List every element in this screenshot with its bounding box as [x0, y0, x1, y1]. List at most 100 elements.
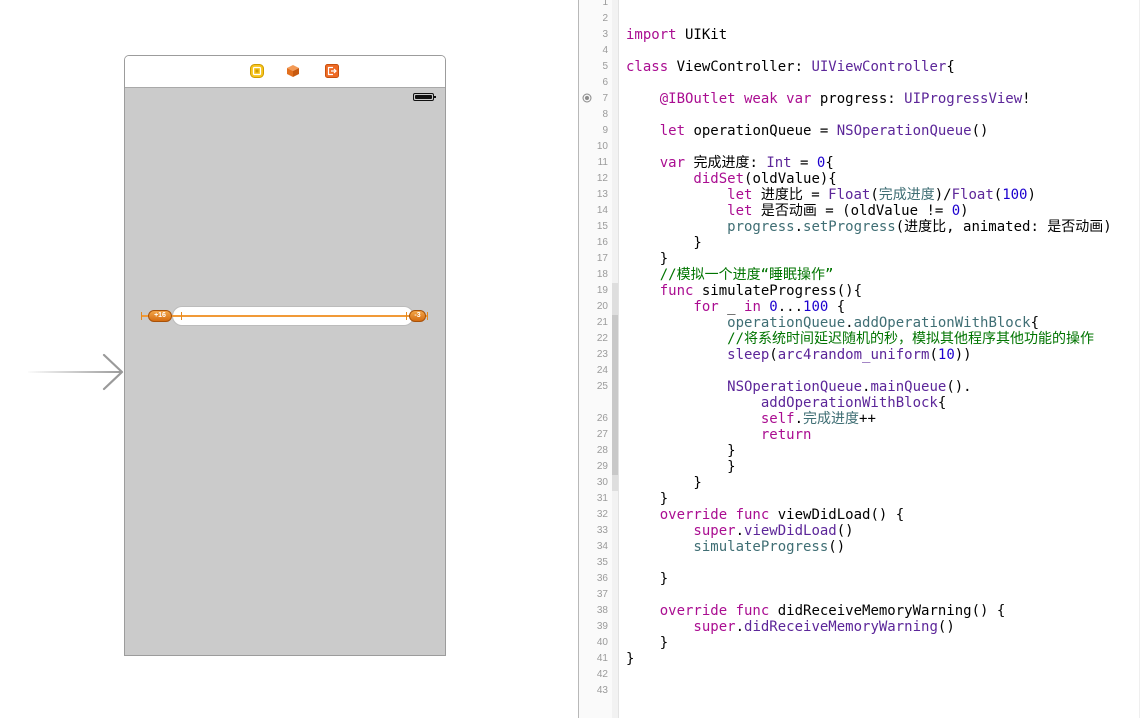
code-line[interactable]: 9 let operationQueue = NSOperationQueue(…: [579, 123, 1146, 139]
code-line[interactable]: 4: [579, 43, 1146, 59]
code-token: NSOperationQueue: [836, 123, 972, 139]
code-token: UIProgressView: [904, 91, 1023, 107]
code-line[interactable]: 17 }: [579, 251, 1146, 267]
code-token: setProgress: [803, 219, 896, 235]
code-line[interactable]: 11 var 完成进度: Int = 0{: [579, 155, 1146, 171]
code-token: )/: [934, 187, 952, 203]
line-number: 18: [596, 269, 608, 280]
code-line[interactable]: 20 for _ in 0...100 {: [579, 299, 1146, 315]
code-token: simulateProgress(){: [693, 283, 863, 299]
code-editor[interactable]: 1 2 3 import UIKit 4 5 class ViewController: U…: [579, 0, 1146, 718]
code-line[interactable]: 38 override func didReceiveMemoryWarning…: [579, 603, 1146, 619]
code-line[interactable]: 16 }: [579, 235, 1146, 251]
code-text: for _ in 0...100 {: [626, 299, 845, 315]
code-line[interactable]: 33 super.viewDidLoad(): [579, 523, 1146, 539]
code-token: ().: [946, 379, 972, 395]
code-line[interactable]: 42: [579, 667, 1146, 683]
line-number: 38: [596, 605, 608, 616]
code-lines[interactable]: 1 2 3 import UIKit 4 5 class ViewController: U…: [579, 0, 1146, 699]
code-line[interactable]: 29 }: [579, 459, 1146, 475]
code-line[interactable]: 21 operationQueue.addOperationWithBlock{: [579, 315, 1146, 331]
code-line[interactable]: 41}: [579, 651, 1146, 667]
line-number: 21: [596, 317, 608, 328]
code-token: (): [836, 523, 854, 539]
code-token: viewDidLoad: [744, 523, 837, 539]
exit-icon[interactable]: [325, 64, 339, 78]
line-number: 34: [596, 541, 608, 552]
code-token: class: [626, 59, 669, 75]
code-line[interactable]: 22 //将系统时间延迟随机的秒，模拟其他程序其他功能的操作: [579, 331, 1146, 347]
code-token: didSet: [626, 171, 745, 187]
code-line[interactable]: 37: [579, 587, 1146, 603]
code-text: let operationQueue = NSOperationQueue(): [626, 123, 989, 139]
line-number: 31: [596, 493, 608, 504]
outlet-connected-icon[interactable]: [582, 93, 592, 103]
view-controller-icon[interactable]: [250, 64, 264, 78]
code-line[interactable]: 25 NSOperationQueue.mainQueue().: [579, 379, 1146, 395]
constraint-tick: [427, 312, 428, 320]
code-line[interactable]: 23 sleep(arc4random_uniform(10)): [579, 347, 1146, 363]
storyboard-canvas[interactable]: +16 -3: [0, 0, 578, 718]
code-line[interactable]: 35: [579, 555, 1146, 571]
code-token: ): [960, 203, 969, 219]
code-token: @IBOutlet weak var: [626, 91, 812, 107]
line-number: 26: [596, 413, 608, 424]
code-line[interactable]: 7 @IBOutlet weak var progress: UIProgres…: [579, 91, 1146, 107]
scene-dock[interactable]: [125, 56, 445, 88]
code-token: 是否动画 = (oldValue !=: [752, 203, 952, 219]
code-line[interactable]: 26 self.完成进度++: [579, 411, 1146, 427]
code-line[interactable]: 2: [579, 11, 1146, 27]
code-line[interactable]: 3 import UIKit: [579, 27, 1146, 43]
leading-constraint-badge[interactable]: +16: [148, 310, 172, 322]
line-number: 15: [596, 221, 608, 232]
code-token: {: [1030, 315, 1040, 331]
code-line[interactable]: 28 }: [579, 443, 1146, 459]
code-line[interactable]: 31 }: [579, 491, 1146, 507]
code-line[interactable]: 18 //模拟一个进度“睡眠操作”: [579, 267, 1146, 283]
code-line[interactable]: 15 progress.setProgress(进度比, animated: 是…: [579, 219, 1146, 235]
line-number: 28: [596, 445, 608, 456]
code-token: .: [735, 523, 745, 539]
code-text: let 是否动画 = (oldValue != 0): [626, 203, 969, 219]
code-line[interactable]: 40 }: [579, 635, 1146, 651]
code-line[interactable]: 30 }: [579, 475, 1146, 491]
trailing-constraint-badge[interactable]: -3: [409, 310, 426, 322]
code-line[interactable]: 5 class ViewController: UIViewController{: [579, 59, 1146, 75]
code-token: //将系统时间延迟随机的秒，模拟其他程序其他功能的操作: [626, 331, 1095, 347]
code-token: !: [1022, 91, 1031, 107]
code-line[interactable]: 32 override func viewDidLoad() {: [579, 507, 1146, 523]
code-token: .: [794, 219, 804, 235]
code-line[interactable]: 8: [579, 107, 1146, 123]
constraint-line[interactable]: [141, 315, 428, 317]
code-line[interactable]: 27 return: [579, 427, 1146, 443]
code-line[interactable]: addOperationWithBlock{: [579, 395, 1146, 411]
code-token: viewDidLoad() {: [769, 507, 905, 523]
code-token: 100: [803, 299, 829, 315]
view-controller-scene[interactable]: +16 -3: [124, 55, 446, 656]
line-number: 1: [602, 0, 608, 8]
first-responder-icon[interactable]: [286, 64, 300, 78]
initial-view-controller-arrow[interactable]: [0, 0, 126, 718]
arrow-head-icon[interactable]: [100, 352, 126, 392]
code-line[interactable]: 34 simulateProgress(): [579, 539, 1146, 555]
code-line[interactable]: 19 func simulateProgress(){: [579, 283, 1146, 299]
root-view[interactable]: +16 -3: [125, 88, 445, 655]
code-token: 完成进度: [878, 187, 935, 203]
code-line[interactable]: 14 let 是否动画 = (oldValue != 0): [579, 203, 1146, 219]
code-line[interactable]: 39 super.didReceiveMemoryWarning(): [579, 619, 1146, 635]
line-number: 43: [596, 685, 608, 696]
code-line[interactable]: 1: [579, 0, 1146, 11]
code-line[interactable]: 43: [579, 683, 1146, 699]
code-line[interactable]: 10: [579, 139, 1146, 155]
code-token: super: [626, 619, 736, 635]
line-number: 37: [596, 589, 608, 600]
line-number: 20: [596, 301, 608, 312]
code-token: _: [718, 299, 745, 315]
code-text: }: [626, 635, 668, 651]
code-line[interactable]: 36 }: [579, 571, 1146, 587]
code-line[interactable]: 6: [579, 75, 1146, 91]
code-line[interactable]: 12 didSet(oldValue){: [579, 171, 1146, 187]
code-line[interactable]: 24: [579, 363, 1146, 379]
code-line[interactable]: 13 let 进度比 = Float(完成进度)/Float(100): [579, 187, 1146, 203]
code-token: .: [845, 315, 854, 331]
